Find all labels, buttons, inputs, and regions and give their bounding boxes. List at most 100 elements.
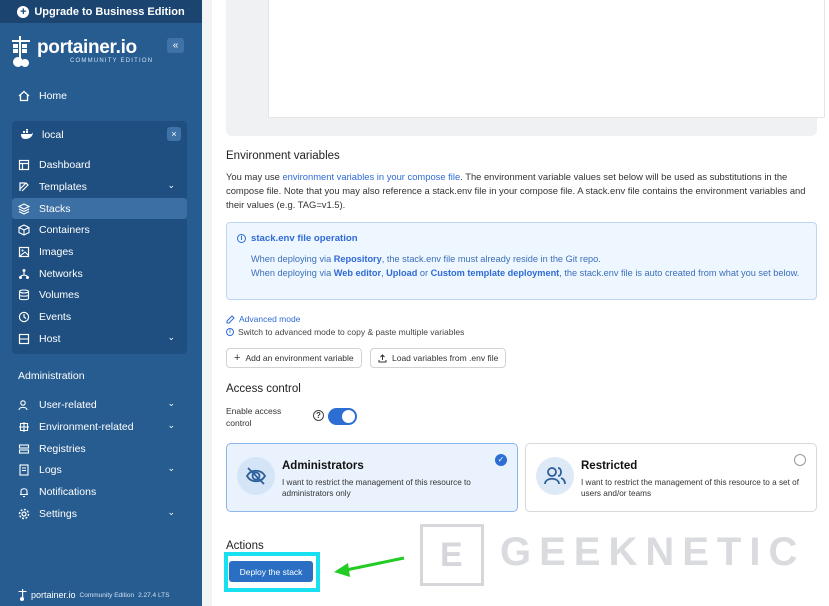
sidebar-item-events[interactable]: Events [12,306,187,327]
compose-editor[interactable] [268,0,825,118]
card-title: Restricted [581,460,638,472]
sidebar-item-label: Containers [39,223,90,236]
actions-title: Actions [226,540,264,552]
sidebar-item-user-related[interactable]: User-related ⌄ [12,394,187,415]
sidebar-item-host[interactable]: Host ⌄ [12,328,187,349]
sidebar-item-volumes[interactable]: Volumes [12,284,187,305]
containers-icon [18,223,30,236]
sidebar-item-label: Networks [39,267,83,280]
main-content: Environment variables You may use enviro… [212,0,829,606]
deploy-stack-button[interactable]: Deploy the stack [229,561,313,582]
editor-frame [226,0,825,136]
networks-icon [19,268,29,279]
environment-header[interactable]: local [12,121,187,148]
chevron-down-icon: ⌄ [167,507,175,517]
upload-icon [378,353,387,362]
sidebar-item-dashboard[interactable]: Dashboard [12,154,187,175]
info-icon: i [237,234,246,243]
card-description: I want to restrict the management of thi… [581,478,799,498]
sidebar-item-stacks[interactable]: Stacks [12,198,187,219]
help-icon[interactable]: ? [313,410,324,421]
sidebar-item-label: Images [39,245,74,258]
access-control-toggle[interactable] [328,408,357,425]
users-icon [536,457,574,495]
administration-heading: Administration [18,370,85,382]
environment-icon [19,421,29,432]
access-control-toggle-label: Enable access control [226,406,282,428]
radio-button[interactable] [794,454,806,466]
sidebar-item-notifications[interactable]: Notifications [12,481,187,502]
sidebar-item-label: Notifications [39,485,97,498]
logo-text: portainer.io [37,37,137,58]
checkmark-icon: ✓ [495,454,507,466]
advanced-hint-text: Switch to advanced mode to copy & paste … [238,327,465,337]
eye-off-icon [237,457,275,495]
info-title-text: stack.env file operation [251,233,358,244]
edit-icon [226,314,235,323]
sidebar-item-label: Environment-related [39,420,134,433]
sidebar-item-logs[interactable]: Logs ⌄ [12,459,187,480]
docker-icon [21,129,33,139]
host-icon [18,333,30,344]
env-vars-doc-link[interactable]: environment variables in your compose fi… [282,171,460,182]
geeknetic-watermark: E GEEKNETIC [420,522,815,586]
sidebar-item-images[interactable]: Images [12,241,187,262]
env-desc-text: You may use [226,171,283,182]
logo[interactable]: portainer.io COMMUNITY EDITION [10,34,190,70]
logo-subtitle: COMMUNITY EDITION [70,58,154,64]
sidebar-item-registries[interactable]: Registries [12,438,187,459]
home-icon [18,90,30,101]
watermark-logo-letter: E [440,536,463,574]
sidebar-item-label: Host [39,332,61,345]
administrators-option-card[interactable]: Administrators I want to restrict the ma… [226,443,518,512]
volumes-icon [18,288,30,300]
load-env-file-label: Load variables from .env file [392,353,499,363]
arrow-annotation-icon [334,556,405,577]
portainer-logo-icon [12,36,30,67]
sidebar-item-label: Templates [39,180,87,193]
restricted-option-card[interactable]: Restricted I want to restrict the manage… [525,443,817,512]
chevron-down-icon: ⌄ [167,332,175,342]
environment-name: local [42,128,64,141]
advanced-mode-hint: i Switch to advanced mode to copy & past… [226,327,464,337]
watermark-text: GEEKNETIC [500,530,806,574]
advanced-mode-label: Advanced mode [239,314,301,324]
users-icon [18,399,28,410]
gear-icon [18,508,30,519]
sidebar-item-home[interactable]: Home [12,85,187,106]
close-environment-button[interactable]: × [167,127,181,141]
chevron-down-icon: ⌄ [167,398,175,408]
chevron-down-icon: ⌄ [167,420,175,430]
sidebar-item-label: Home [39,89,68,102]
info-title: i stack.env file operation [237,233,358,244]
plus-icon: + [234,352,241,364]
collapse-sidebar-button[interactable]: « [167,38,184,53]
sidebar-footer: portainer.io Community Edition 2.27.4 LT… [18,589,169,601]
stacks-icon [18,202,30,215]
sidebar-item-settings[interactable]: Settings ⌄ [12,503,187,524]
sidebar-item-label: Volumes [39,288,80,301]
advanced-mode-link[interactable]: Advanced mode [226,314,300,324]
load-env-file-button[interactable]: Load variables from .env file [370,348,507,368]
sidebar-item-templates[interactable]: Templates ⌄ [12,176,187,197]
access-control-title: Access control [226,383,301,395]
portainer-logo-icon [18,589,27,601]
add-env-var-button[interactable]: + Add an environment variable [226,348,362,368]
sidebar: + Upgrade to Business Edition portainer.… [0,0,202,606]
sidebar-item-environment-related[interactable]: Environment-related ⌄ [12,416,187,437]
card-description: I want to restrict the management of thi… [282,478,471,498]
upgrade-banner[interactable]: + Upgrade to Business Edition [0,0,202,23]
sidebar-item-label: Dashboard [39,158,91,171]
footer-version: 2.27.4 LTS [138,591,170,599]
events-icon [18,311,30,322]
chevron-down-icon: ⌄ [167,180,175,190]
sidebar-item-containers[interactable]: Containers [12,219,187,240]
info-icon: i [226,328,234,336]
env-vars-title: Environment variables [226,150,340,162]
logs-icon [19,463,29,476]
sidebar-item-label: User-related [39,398,97,411]
sidebar-item-networks[interactable]: Networks [12,263,187,284]
sidebar-item-label: Stacks [39,202,71,215]
sidebar-item-label: Logs [39,463,62,476]
add-env-var-label: Add an environment variable [245,353,354,363]
